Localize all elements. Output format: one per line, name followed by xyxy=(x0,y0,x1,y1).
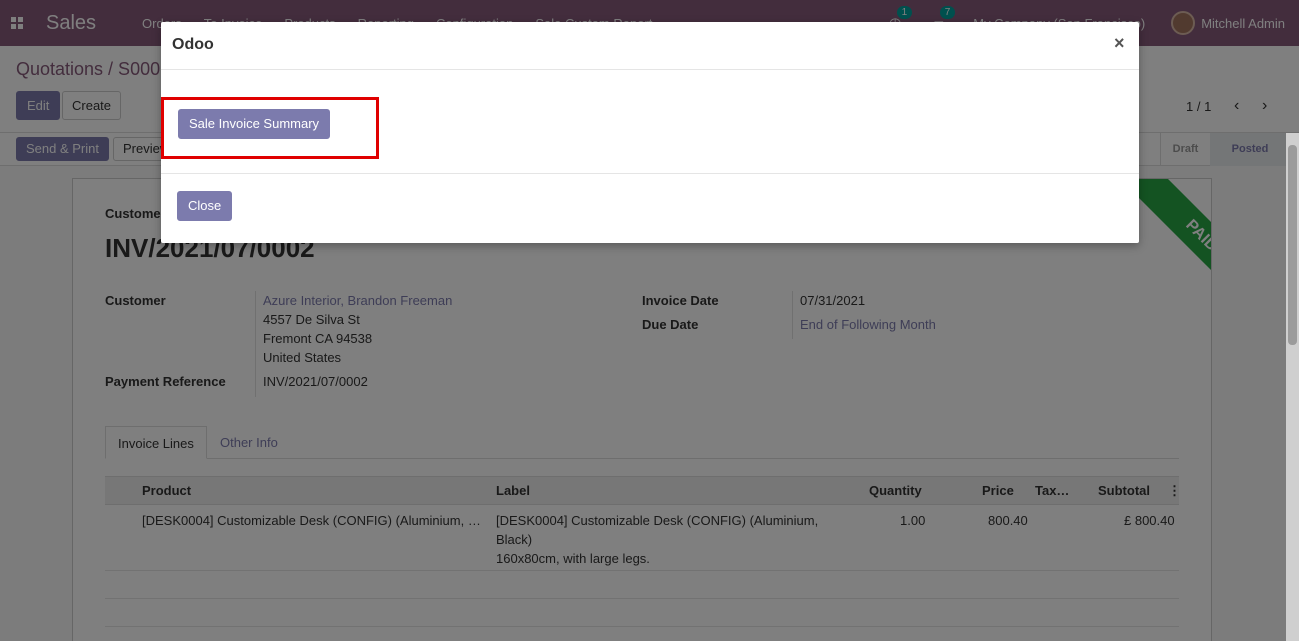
sale-invoice-summary-button[interactable]: Sale Invoice Summary xyxy=(178,109,331,139)
close-button[interactable]: Close xyxy=(177,191,233,221)
dialog-body: Sale Invoice Summary xyxy=(161,70,1139,174)
dialog-header: Odoo × xyxy=(161,22,1139,70)
dialog-title: Odoo xyxy=(172,36,214,53)
dialog-footer: Close xyxy=(161,174,1139,242)
page-scrollbar[interactable] xyxy=(1286,133,1299,641)
scrollbar-thumb[interactable] xyxy=(1288,145,1297,345)
close-icon[interactable]: × xyxy=(1114,33,1125,54)
odoo-dialog: Odoo × Sale Invoice Summary Close xyxy=(161,22,1139,243)
